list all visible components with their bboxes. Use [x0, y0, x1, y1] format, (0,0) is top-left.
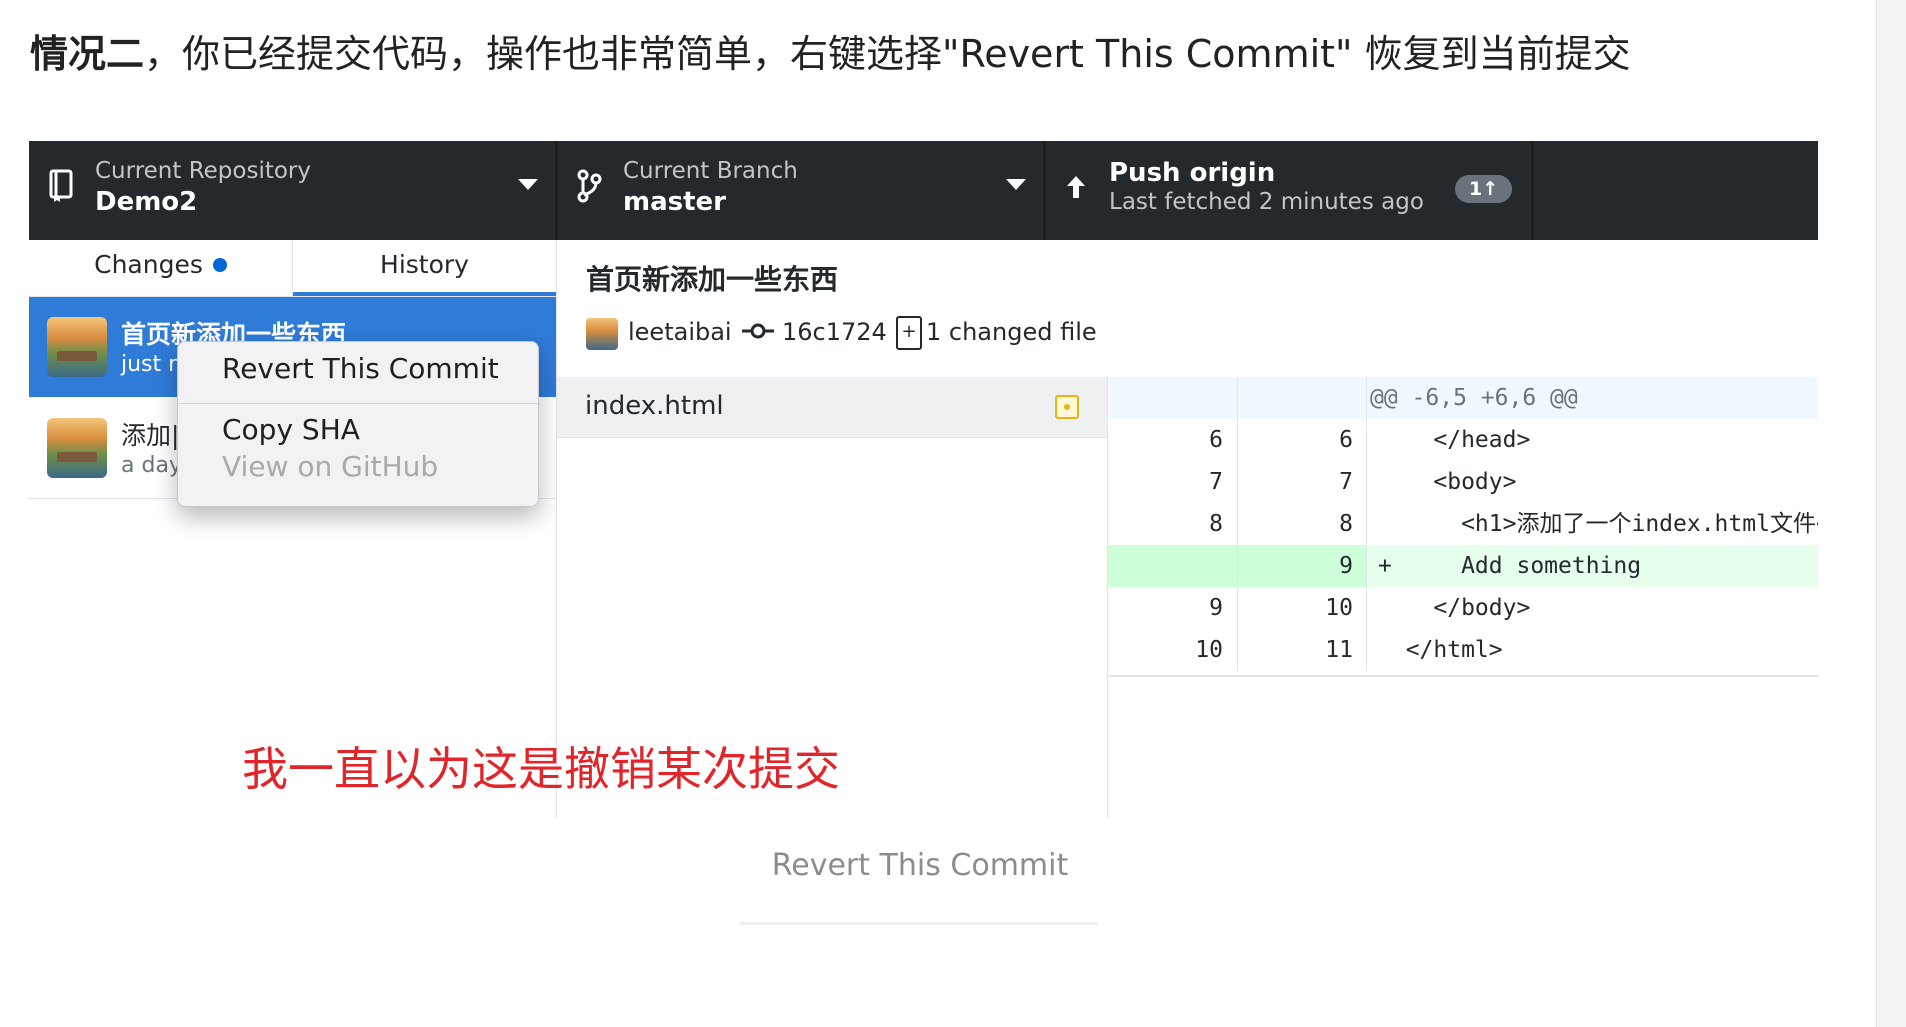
push-last-fetched: Last fetched 2 minutes ago: [1109, 189, 1424, 215]
diff-code: <body>: [1378, 469, 1517, 495]
push-title: Push origin: [1109, 158, 1276, 188]
diff-code: </head>: [1378, 427, 1531, 453]
page-scrollbar[interactable]: [1876, 0, 1906, 1027]
diff-code: </html>: [1378, 637, 1503, 663]
current-branch-button[interactable]: Current Branch master: [557, 141, 1045, 240]
diff-code: + Add something: [1378, 553, 1642, 579]
repo-icon: [47, 169, 75, 207]
file-diff-icon: +: [896, 316, 922, 350]
tab-changes[interactable]: Changes: [29, 240, 293, 296]
red-annotation: 我一直以为这是撤销某次提交: [242, 742, 840, 796]
new-line-number: 10: [1325, 595, 1353, 621]
article-heading: 情况二，你已经提交代码，操作也非常简单，右键选择"Revert This Com…: [30, 26, 1880, 82]
hunk-text: @@ -6,5 +6,6 @@: [1370, 385, 1578, 411]
tab-history-label: History: [380, 250, 469, 279]
branch-value: master: [623, 187, 726, 217]
git-commit-icon: [742, 316, 774, 353]
changed-files-count: 1 changed file: [926, 318, 1097, 346]
tab-changes-label: Changes: [94, 250, 203, 279]
old-line-number: 8: [1209, 511, 1223, 537]
sidebar: Changes History 首页新添加一些东西 just n 添加| a d…: [29, 240, 557, 818]
commit-time: a day: [121, 453, 182, 478]
repo-value: Demo2: [95, 187, 198, 217]
menu-item-revert-this-commit[interactable]: Revert This Commit: [222, 352, 499, 385]
diff-gutter-old: [1108, 377, 1238, 419]
diff-line: 7 7 <body>: [1108, 461, 1818, 503]
caption-underline: [740, 922, 1098, 925]
current-repository-button[interactable]: Current Repository Demo2: [29, 141, 557, 240]
commit-time: just n: [121, 352, 183, 377]
commit-title: 添加|: [121, 421, 180, 450]
commit-context-menu: Revert This Commit Copy SHA View on GitH…: [177, 341, 539, 507]
diff-line-added: 9 + Add something: [1108, 545, 1818, 587]
heading-text: ，你已经提交代码，操作也非常简单，右键选择"Revert This Commit…: [144, 32, 1631, 76]
old-line-number: 7: [1209, 469, 1223, 495]
github-desktop-screenshot: Current Repository Demo2 Current Branch …: [29, 141, 1818, 818]
file-list-item[interactable]: index.html: [557, 377, 1107, 438]
author-avatar: [586, 318, 618, 350]
new-line-number: 11: [1325, 637, 1353, 663]
diff-hunk-header: @@ -6,5 +6,6 @@: [1108, 377, 1818, 419]
chevron-down-icon: [518, 179, 538, 190]
repo-label: Current Repository: [95, 158, 311, 184]
tab-history[interactable]: History: [293, 240, 556, 296]
diff-divider: [1108, 675, 1818, 677]
diff-gutter-new: [1238, 377, 1367, 419]
new-line-number: 7: [1339, 469, 1353, 495]
heading-bold: 情况二: [30, 32, 145, 76]
commit-metadata: leetaibai 16c1724 + 1 changed file: [586, 316, 1806, 356]
diff-line: 8 8 <h1>添加了一个index.html文件</: [1108, 503, 1818, 545]
menu-item-view-on-github: View on GitHub: [222, 450, 439, 483]
branch-label: Current Branch: [623, 158, 798, 184]
toolbar: Current Repository Demo2 Current Branch …: [29, 141, 1818, 240]
diff-line: 6 6 </head>: [1108, 419, 1818, 461]
push-origin-button[interactable]: Push origin Last fetched 2 minutes ago 1…: [1045, 141, 1533, 240]
old-line-number: 6: [1209, 427, 1223, 453]
file-name: index.html: [585, 391, 724, 421]
commit-sha[interactable]: 16c1724: [782, 318, 887, 346]
old-line-number: 9: [1209, 595, 1223, 621]
sidebar-tabs: Changes History: [29, 240, 556, 297]
new-line-number: 6: [1339, 427, 1353, 453]
new-line-number: 8: [1339, 511, 1353, 537]
commit-author: leetaibai: [628, 318, 732, 346]
new-line-number: 9: [1339, 553, 1353, 579]
menu-separator: [178, 403, 538, 404]
arrow-up-icon: [1065, 174, 1087, 207]
diff-code: </body>: [1378, 595, 1531, 621]
avatar: [47, 418, 107, 478]
avatar: [47, 317, 107, 377]
diff-line: 10 11 </html>: [1108, 629, 1818, 671]
diff-view: @@ -6,5 +6,6 @@ 6 6 </head> 7 7 <body> 8…: [1108, 377, 1818, 677]
diff-line: 9 10 </body>: [1108, 587, 1818, 629]
changes-indicator-dot: [212, 258, 227, 272]
chevron-down-icon: [1006, 179, 1026, 190]
diff-code: <h1>添加了一个index.html文件</: [1378, 511, 1818, 537]
old-line-number: 10: [1195, 637, 1223, 663]
modified-status-icon: [1055, 395, 1079, 419]
menu-item-copy-sha[interactable]: Copy SHA: [222, 413, 360, 446]
image-caption: Revert This Commit: [771, 848, 1069, 883]
ahead-count-badge: 1↑: [1455, 175, 1513, 203]
branch-icon: [575, 169, 603, 207]
commit-summary-title: 首页新添加一些东西: [586, 263, 839, 296]
old-line-number: [1108, 545, 1223, 587]
